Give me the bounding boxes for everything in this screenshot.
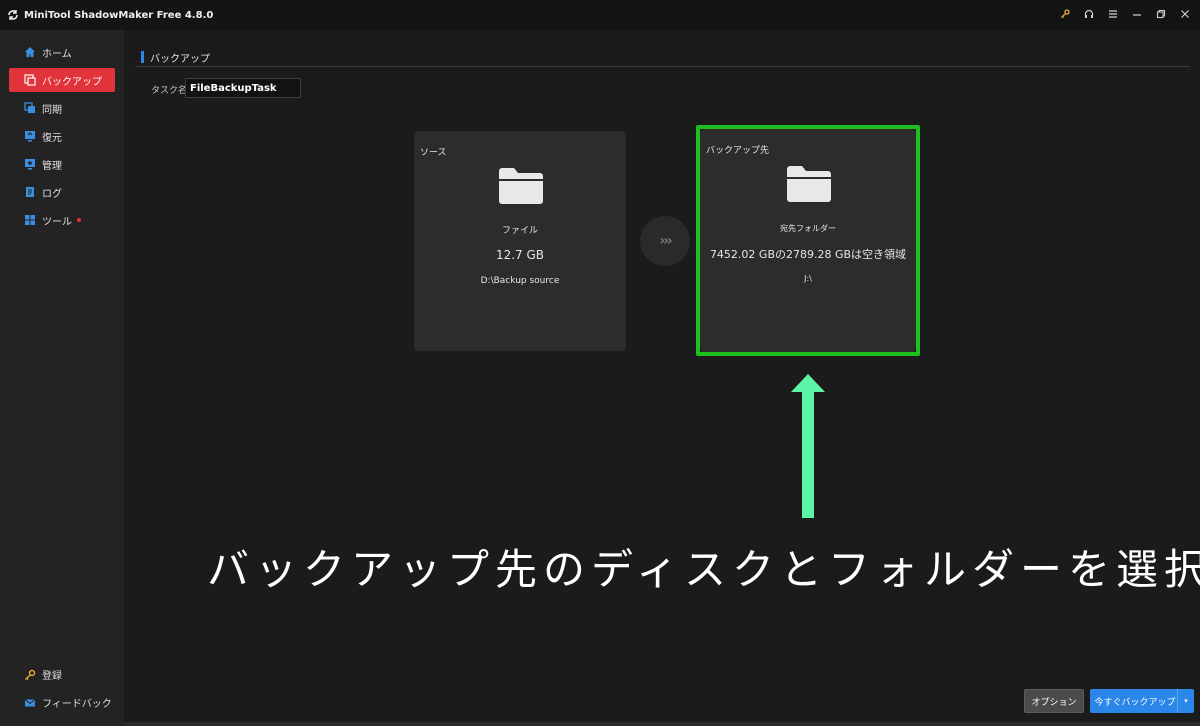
chevrons-right-icon: ››› — [640, 216, 690, 266]
restore-icon — [24, 130, 36, 142]
sidebar-item-sync[interactable]: 同期 — [9, 96, 115, 120]
manage-icon — [24, 158, 36, 170]
sidebar-item-manage[interactable]: 管理 — [9, 152, 115, 176]
sidebar-item-backup[interactable]: バックアップ — [9, 68, 115, 92]
sidebar-item-label: バックアップ — [42, 76, 102, 88]
divider — [135, 66, 1190, 67]
menu-icon[interactable] — [1107, 9, 1118, 22]
key-icon[interactable] — [1059, 8, 1070, 22]
sidebar-item-restore[interactable]: 復元 — [9, 124, 115, 148]
sidebar-item-home[interactable]: ホーム — [9, 40, 115, 64]
sidebar-item-tools[interactable]: ツール — [9, 208, 115, 232]
source-size: 12.7 GB — [495, 248, 545, 262]
notification-dot — [77, 218, 81, 222]
window-title: MiniTool ShadowMaker Free 4.8.0 — [24, 9, 214, 21]
page-title: バックアップ — [150, 53, 210, 65]
arrow-up-icon — [791, 374, 825, 518]
sidebar: ホーム バックアップ 同期 復元 管理 ログ ツール 登録 フィードバック — [0, 30, 124, 726]
log-icon — [24, 186, 36, 198]
section-header: バックアップ — [141, 50, 210, 65]
backup-icon — [24, 74, 36, 86]
section-accent-bar — [141, 51, 144, 63]
sidebar-item-label: ホーム — [42, 48, 72, 60]
sidebar-item-label: 復元 — [42, 132, 62, 144]
app-logo-icon — [6, 8, 20, 22]
restore-icon[interactable] — [1155, 9, 1166, 22]
destination-path: J:\ — [804, 274, 812, 283]
options-button[interactable]: オプション — [1024, 689, 1084, 713]
destination-card-label: バックアップ先 — [706, 146, 770, 156]
main-content — [124, 30, 1200, 726]
sidebar-item-label: ログ — [42, 188, 62, 200]
backup-now-button[interactable]: 今すぐバックアップ ▾ — [1090, 689, 1194, 713]
sidebar-item-log[interactable]: ログ — [9, 180, 115, 204]
task-name-input[interactable] — [185, 78, 301, 98]
key-icon — [24, 669, 36, 681]
destination-card[interactable]: バックアップ先 宛先フォルダー 7452.02 GBの2789.28 GBは空き… — [700, 129, 916, 352]
chevron-down-icon[interactable]: ▾ — [1177, 689, 1194, 713]
sync-icon — [24, 102, 36, 114]
source-card-label: ソース — [420, 148, 447, 158]
title-bar: MiniTool ShadowMaker Free 4.8.0 — [0, 0, 1200, 30]
minimize-icon[interactable] — [1131, 9, 1142, 22]
folder-icon — [498, 166, 544, 206]
destination-free-space: 7452.02 GBの2789.28 GBは空き領域 — [709, 248, 907, 261]
headset-icon[interactable] — [1083, 9, 1094, 22]
register-label: 登録 — [42, 671, 62, 682]
register-button[interactable]: 登録 — [24, 667, 62, 682]
folder-icon — [786, 164, 832, 204]
source-path: D:\Backup source — [480, 276, 560, 286]
mail-icon — [24, 697, 36, 709]
annotation-caption: バックアップ先のディスクとフォルダーを選択 — [207, 545, 1200, 594]
tools-icon — [24, 214, 36, 226]
sidebar-item-label: 管理 — [42, 160, 62, 172]
destination-type: 宛先フォルダー — [780, 224, 836, 233]
source-type: ファイル — [501, 226, 538, 236]
close-icon[interactable] — [1179, 9, 1190, 22]
feedback-label: フィードバック — [42, 699, 112, 710]
source-card[interactable]: ソース ファイル 12.7 GB D:\Backup source — [414, 131, 626, 351]
sidebar-item-label: 同期 — [42, 104, 62, 116]
feedback-button[interactable]: フィードバック — [24, 695, 112, 710]
backup-now-label: 今すぐバックアップ — [1094, 697, 1176, 708]
home-icon — [24, 46, 36, 58]
sidebar-item-label: ツール — [42, 216, 72, 228]
status-strip — [124, 722, 1200, 726]
